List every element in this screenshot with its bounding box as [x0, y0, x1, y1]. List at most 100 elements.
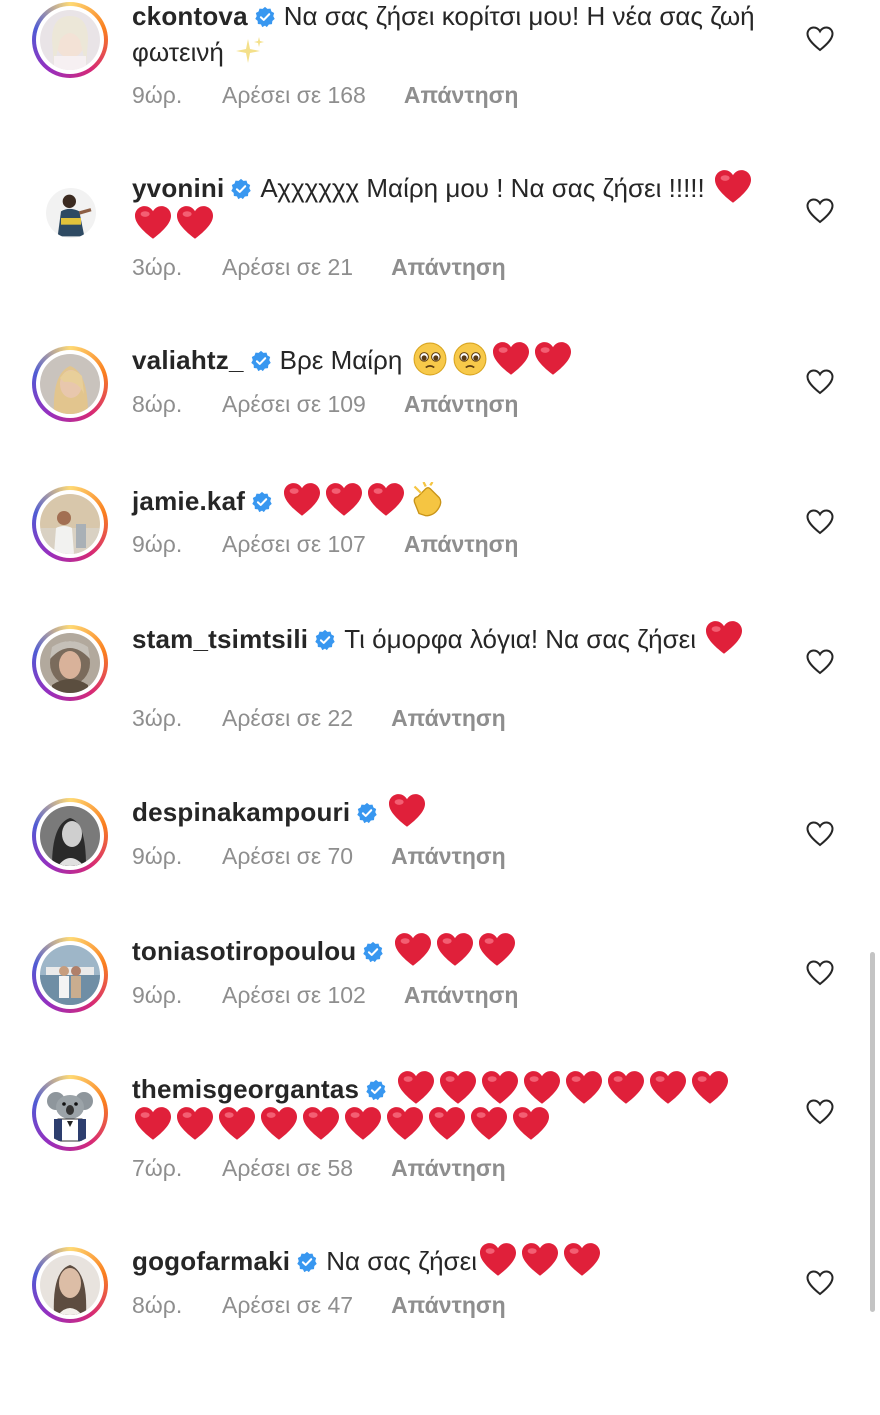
comment-likes[interactable]: Αρέσει σε 109: [222, 391, 366, 418]
heart-emoji: [219, 1107, 255, 1140]
reply-button[interactable]: Απάντηση: [404, 82, 519, 109]
comment-username[interactable]: gogofarmaki: [132, 1246, 290, 1276]
heart-emoji: [482, 1071, 519, 1104]
comment-body: [281, 482, 449, 517]
heart-emoji: [521, 1243, 558, 1276]
scrollbar[interactable]: [870, 952, 875, 1312]
comment-username[interactable]: themisgeorgantas: [132, 1074, 359, 1104]
heart-emoji: [563, 1243, 600, 1276]
like-heart-icon[interactable]: [806, 198, 834, 224]
comment-likes[interactable]: Αρέσει σε 22: [222, 705, 353, 732]
comment-text-block: jamie.kaf: [132, 482, 762, 519]
comment-username[interactable]: yvonini: [132, 173, 224, 203]
comment-likes[interactable]: Αρέσει σε 107: [222, 531, 366, 558]
avatar[interactable]: [32, 1075, 108, 1151]
like-heart-icon[interactable]: [806, 821, 834, 847]
avatar[interactable]: [32, 2, 108, 78]
comment-likes[interactable]: Αρέσει σε 58: [222, 1155, 353, 1182]
comment-time: 9ώρ.: [132, 982, 183, 1008]
heart-emoji: [345, 1107, 381, 1140]
heart-emoji: [261, 1107, 297, 1140]
comment-likes[interactable]: Αρέσει σε 168: [222, 82, 366, 109]
teary-face-emoji: [453, 342, 486, 376]
verified-badge-icon: [365, 1079, 387, 1101]
heart-emoji: [389, 794, 426, 827]
like-heart-icon[interactable]: [806, 649, 834, 675]
avatar-image: [40, 633, 100, 693]
verified-badge-icon: [314, 629, 336, 651]
heart-emoji: [429, 1107, 465, 1140]
reply-button[interactable]: Απάντηση: [391, 843, 506, 870]
heart-emoji: [513, 1107, 549, 1140]
comment-username[interactable]: stam_tsimtsili: [132, 624, 308, 654]
like-heart-icon[interactable]: [806, 509, 834, 535]
comment-text-block: gogofarmaki Να σας ζήσει: [132, 1243, 762, 1279]
comment-time: 8ώρ.: [132, 391, 183, 417]
verified-badge-icon: [230, 178, 252, 200]
comment-row: stam_tsimtsili Τι όμορφα λόγια! Να σας ζή…: [0, 621, 880, 793]
like-heart-icon[interactable]: [806, 26, 834, 52]
comment-text-block: despinakampouri: [132, 794, 762, 830]
comment-body: Βρε Μαίρη: [280, 342, 574, 376]
comment-likes[interactable]: Αρέσει σε 21: [222, 254, 353, 281]
clapping-hands-emoji: [413, 482, 442, 517]
heart-emoji: [608, 1071, 645, 1104]
heart-emoji: [692, 1071, 729, 1104]
heart-emoji: [368, 483, 405, 516]
comment-username[interactable]: despinakampouri: [132, 797, 350, 827]
comment-body: Αχχχχχχ Μαίρη μου ! Να σας ζήσει !!!!!: [132, 170, 754, 239]
comment-text-block: toniasotiropoulou: [132, 933, 762, 969]
heart-emoji: [284, 483, 321, 516]
comment-text-block: ckontova Να σας ζήσει κορίτσι μου! Η νέα …: [132, 0, 762, 70]
comment-username[interactable]: ckontova: [132, 1, 248, 31]
avatar[interactable]: [32, 346, 108, 422]
teary-face-emoji: [413, 342, 446, 376]
comment-time: 9ώρ.: [132, 531, 183, 557]
avatar[interactable]: [32, 937, 108, 1013]
like-heart-icon[interactable]: [806, 1099, 834, 1125]
comment-likes[interactable]: Αρέσει σε 70: [222, 843, 353, 870]
like-heart-icon[interactable]: [806, 960, 834, 986]
reply-button[interactable]: Απάντηση: [391, 254, 506, 281]
comment-meta: 9ώρ. Αρέσει σε 102 Απάντηση: [132, 982, 518, 1009]
sparkles-emoji: [236, 37, 265, 63]
reply-button[interactable]: Απάντηση: [391, 1155, 506, 1182]
comment-username[interactable]: valiahtz_: [132, 345, 244, 375]
avatar[interactable]: [32, 625, 108, 701]
avatar[interactable]: [32, 174, 108, 250]
reply-button[interactable]: Απάντηση: [391, 705, 506, 732]
comment-username[interactable]: toniasotiropoulou: [132, 936, 356, 966]
heart-emoji: [135, 1107, 171, 1140]
reply-button[interactable]: Απάντηση: [404, 531, 519, 558]
comment-meta: 7ώρ. Αρέσει σε 58 Απάντηση: [132, 1155, 506, 1182]
heart-emoji: [706, 621, 743, 654]
comment-meta: 3ώρ. Αρέσει σε 21 Απάντηση: [132, 254, 506, 281]
like-heart-icon[interactable]: [806, 369, 834, 395]
avatar-image: [40, 1255, 100, 1315]
heart-emoji: [398, 1071, 435, 1104]
comment-body: [392, 933, 518, 966]
comment-time: 8ώρ.: [132, 1292, 183, 1318]
comment-meta: 8ώρ. Αρέσει σε 109 Απάντηση: [132, 391, 518, 418]
avatar[interactable]: [32, 486, 108, 562]
reply-button[interactable]: Απάντηση: [391, 1292, 506, 1319]
like-heart-icon[interactable]: [806, 1270, 834, 1296]
comment-username[interactable]: jamie.kaf: [132, 486, 245, 516]
avatar-image: [40, 1083, 100, 1143]
heart-emoji: [135, 206, 171, 239]
comment-row: ckontova Να σας ζήσει κορίτσι μου! Η νέα …: [0, 0, 880, 170]
reply-button[interactable]: Απάντηση: [404, 982, 519, 1009]
heart-emoji: [326, 483, 363, 516]
comment-likes[interactable]: Αρέσει σε 47: [222, 1292, 353, 1319]
comment-meta: 8ώρ. Αρέσει σε 47 Απάντηση: [132, 1292, 506, 1319]
avatar[interactable]: [32, 1247, 108, 1323]
comment-meta: 3ώρ. Αρέσει σε 22 Απάντηση: [132, 705, 506, 732]
avatar-image: [40, 10, 100, 70]
comment-meta: 9ώρ. Αρέσει σε 107 Απάντηση: [132, 531, 518, 558]
verified-badge-icon: [254, 6, 276, 28]
avatar[interactable]: [32, 798, 108, 874]
comment-meta: 9ώρ. Αρέσει σε 70 Απάντηση: [132, 843, 506, 870]
reply-button[interactable]: Απάντηση: [404, 391, 519, 418]
heart-emoji: [714, 170, 751, 203]
comment-likes[interactable]: Αρέσει σε 102: [222, 982, 366, 1009]
